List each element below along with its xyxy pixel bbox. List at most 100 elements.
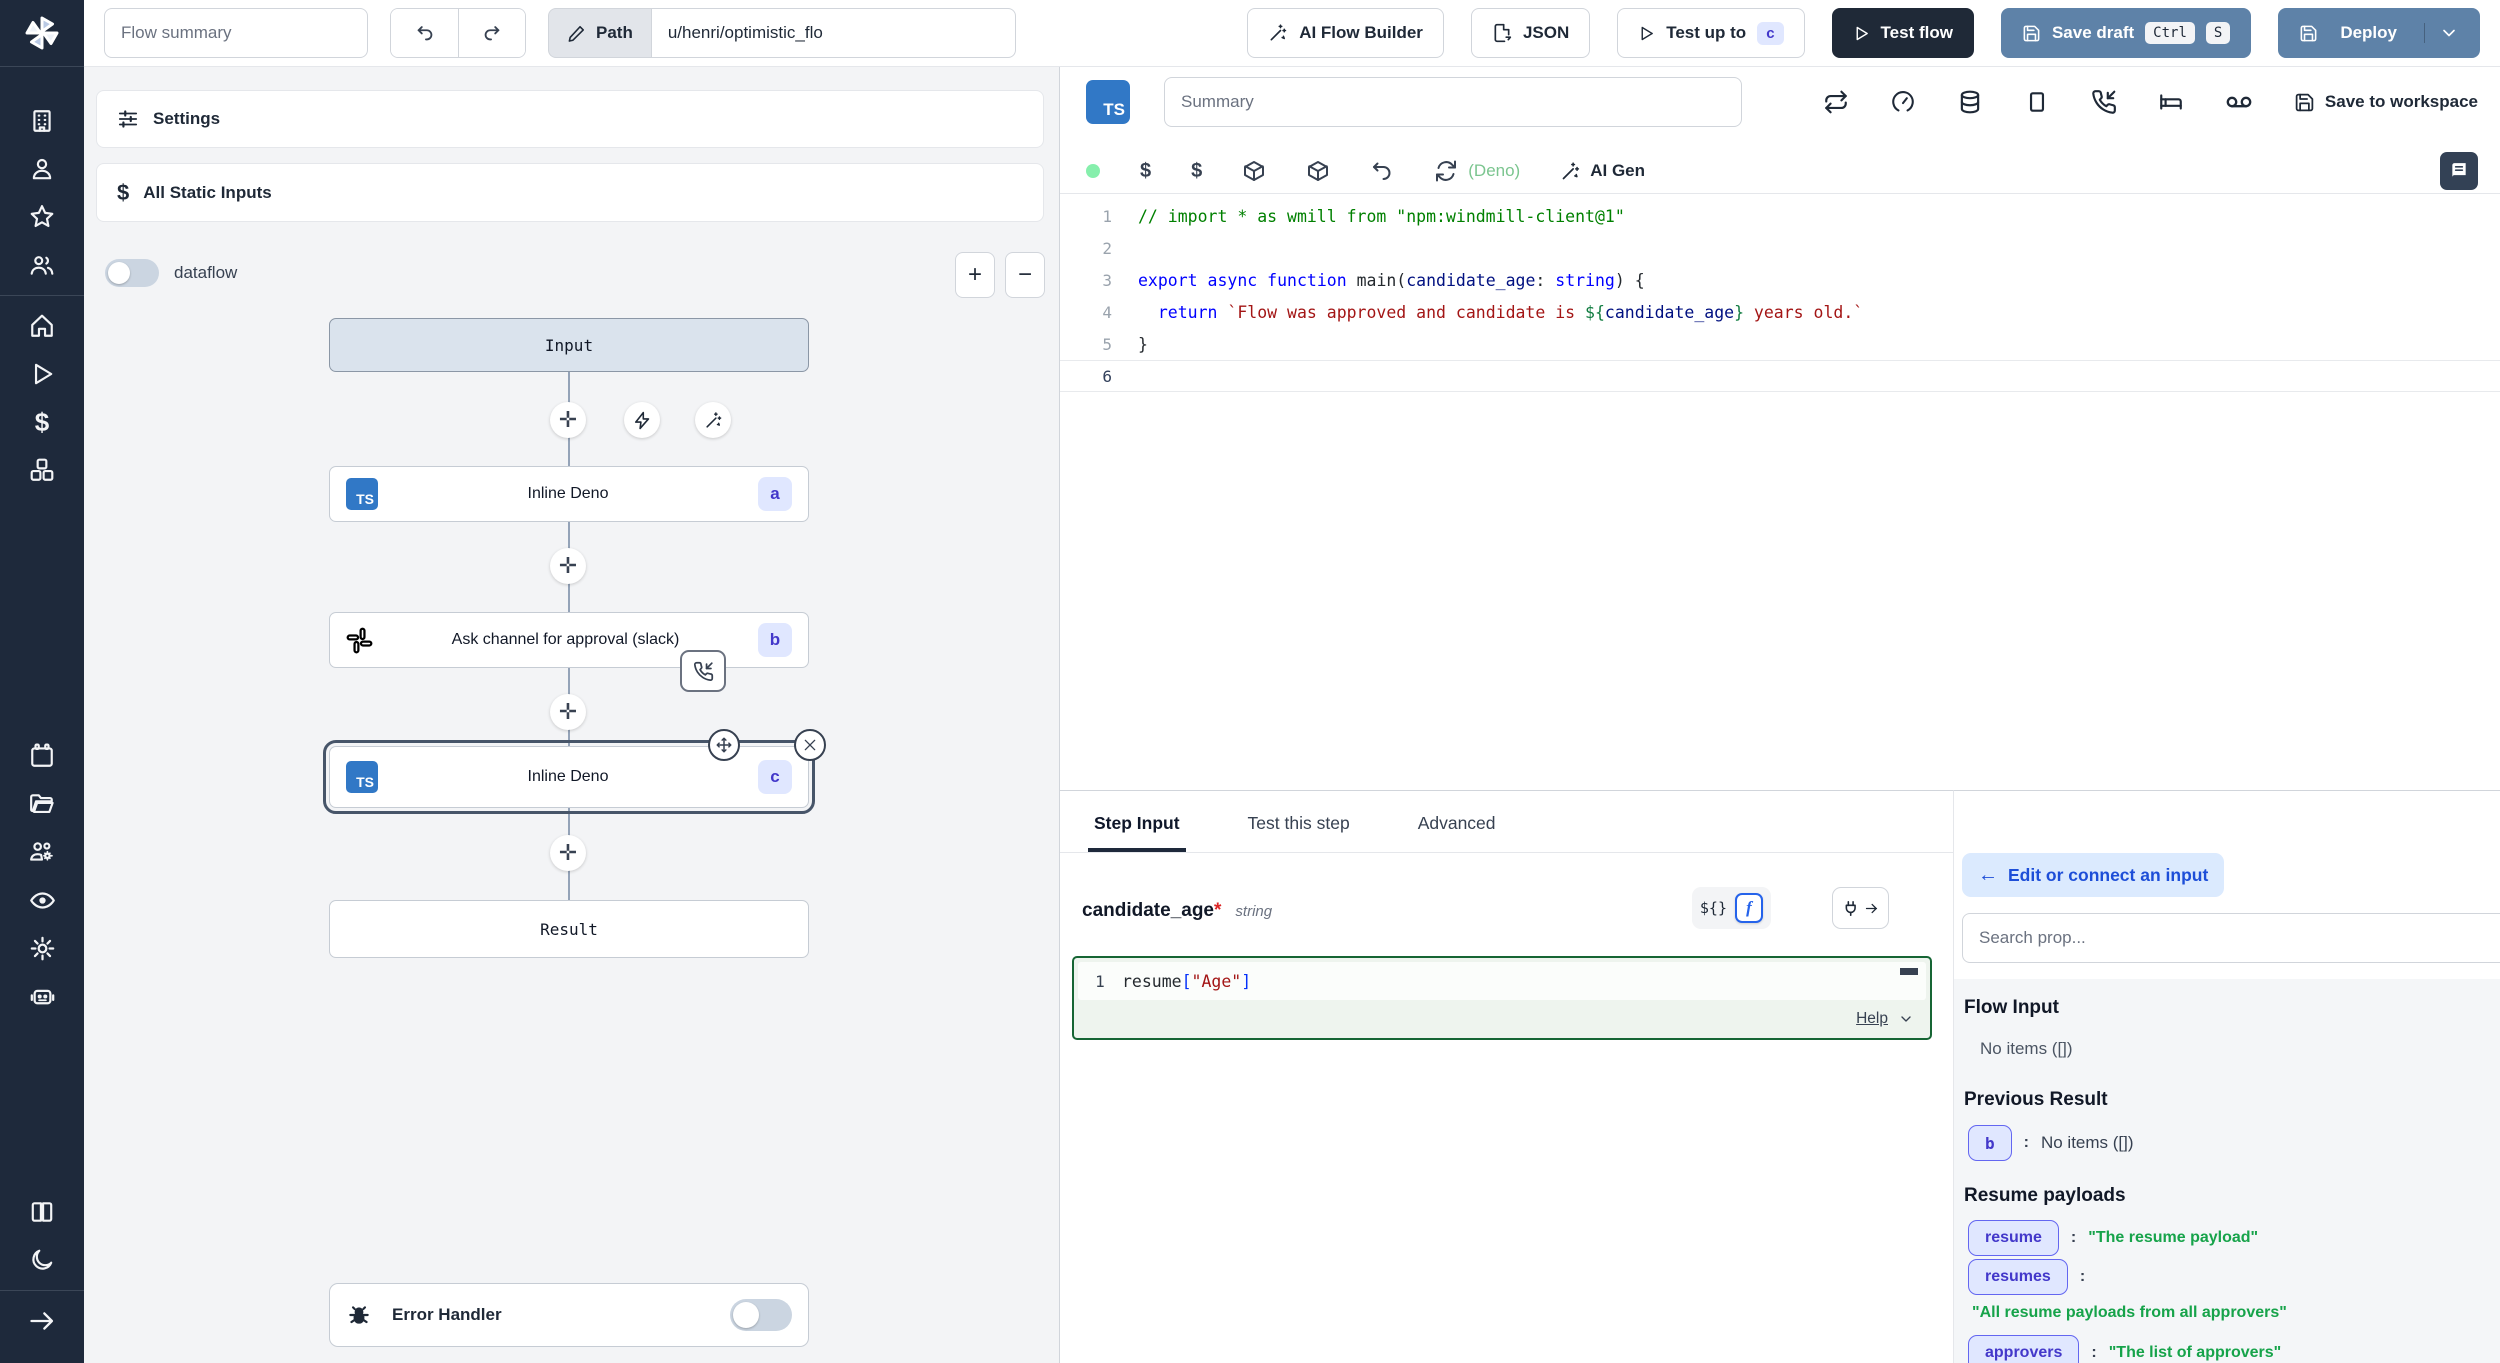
flow-node-input[interactable]: Input — [329, 318, 809, 372]
dataflow-toggle[interactable] — [105, 259, 159, 287]
prop-search-input[interactable] — [1962, 913, 2500, 963]
reset-icon[interactable] — [1370, 159, 1394, 183]
sidebar-item-favorites[interactable] — [0, 193, 84, 241]
sidebar-item-ai[interactable] — [0, 972, 84, 1020]
delete-node-button[interactable] — [794, 729, 826, 761]
cache-database-icon[interactable] — [1957, 89, 1983, 115]
library-docs-button[interactable] — [2440, 152, 2478, 190]
save-draft-button[interactable]: Save draft Ctrl S — [2001, 8, 2251, 58]
sleep-bed-icon[interactable] — [2158, 89, 2184, 115]
resource-picker-icon[interactable]: $ — [1191, 160, 1202, 183]
zoom-out-button[interactable]: − — [1005, 252, 1045, 298]
sidebar-item-folders[interactable] — [0, 780, 84, 828]
code-line[interactable]: 3export async function main(candidate_ag… — [1060, 264, 2500, 296]
approvers-prop-pill[interactable]: approvers — [1968, 1335, 2079, 1363]
previous-result-badge[interactable]: b — [1968, 1125, 2012, 1161]
flow-settings-label: Settings — [153, 109, 220, 129]
test-up-to-button[interactable]: Test up to c — [1617, 8, 1804, 58]
chevron-down-icon[interactable] — [1898, 1011, 1914, 1027]
flow-node-b[interactable]: Ask channel for approval (slack) b — [329, 612, 809, 668]
add-step-button-4[interactable]: ✛ — [550, 835, 586, 871]
resume-prop-pill[interactable]: resume — [1968, 1220, 2059, 1256]
json-button[interactable]: JSON — [1471, 8, 1590, 58]
edit-or-connect-button[interactable]: ← Edit or connect an input — [1962, 853, 2224, 897]
ai-add-step-button[interactable] — [695, 402, 731, 438]
suspend-phone-icon[interactable] — [2091, 89, 2117, 115]
zoom-in-button[interactable]: + — [955, 252, 995, 298]
redo-button[interactable] — [458, 9, 525, 57]
package-icon[interactable] — [1242, 159, 1266, 183]
status-dot — [1086, 164, 1100, 178]
reload-runtime-icon[interactable] — [1434, 159, 1458, 183]
sidebar-item-user[interactable] — [0, 145, 84, 193]
code-line[interactable]: 1// import * as wmill from "npm:windmill… — [1060, 200, 2500, 232]
all-static-inputs-row[interactable]: $ All Static Inputs — [96, 163, 1044, 222]
resumes-prop-pill[interactable]: resumes — [1968, 1259, 2068, 1295]
resumes-row: resumes : — [1968, 1259, 2085, 1295]
sidebar-item-dark-mode[interactable] — [0, 1236, 84, 1284]
sidebar-item-workspace[interactable] — [0, 97, 84, 145]
test-flow-button[interactable]: Test flow — [1832, 8, 1974, 58]
tab-advanced[interactable]: Advanced — [1412, 813, 1502, 852]
path-input[interactable] — [651, 8, 1016, 58]
code-line[interactable]: 2 — [1060, 232, 2500, 264]
deploy-button[interactable]: Deploy — [2278, 8, 2480, 58]
field-name: candidate_age — [1082, 900, 1214, 922]
add-step-button-1[interactable]: ✛ — [550, 402, 586, 438]
early-stop-icon[interactable] — [2024, 89, 2050, 115]
dollar-icon: $ — [117, 180, 129, 206]
expression-line-number: 1 — [1078, 972, 1122, 991]
save-to-workspace-button[interactable]: Save to workspace — [2294, 92, 2478, 113]
sidebar-item-groups[interactable] — [0, 241, 84, 289]
sidebar-item-settings[interactable] — [0, 924, 84, 972]
step-summary-input[interactable] — [1164, 77, 1742, 127]
code-editor[interactable]: 1// import * as wmill from "npm:windmill… — [1060, 194, 2500, 790]
previous-result-empty: No items ([]) — [2041, 1133, 2134, 1153]
sidebar-item-docs[interactable] — [0, 1188, 84, 1236]
sidebar-item-home[interactable] — [0, 302, 84, 350]
flow-node-c-selected[interactable]: TS Inline Deno c — [329, 746, 809, 808]
add-step-button-2[interactable]: ✛ — [550, 548, 586, 584]
code-line[interactable]: 4 return `Flow was approved and candidat… — [1060, 296, 2500, 328]
flow-node-a[interactable]: TS Inline Deno a — [329, 466, 809, 522]
undo-button[interactable] — [391, 9, 458, 57]
add-step-button-3[interactable]: ✛ — [550, 694, 586, 730]
path-chip[interactable]: Path — [548, 8, 651, 58]
node-b-label: Ask channel for approval (slack) — [373, 631, 758, 649]
error-handler-node[interactable]: Error Handler — [329, 1283, 809, 1347]
connect-input-button[interactable] — [1832, 887, 1889, 929]
sidebar-item-runs[interactable] — [0, 350, 84, 398]
expression-mode-button[interactable]: f — [1735, 893, 1763, 923]
template-mode-button[interactable]: ${} — [1700, 899, 1727, 917]
timeout-gauge-icon[interactable] — [1890, 89, 1916, 115]
flow-settings-row[interactable]: Settings — [96, 90, 1044, 148]
move-node-button[interactable] — [708, 729, 740, 761]
sidebar-item-audit-logs[interactable] — [0, 876, 84, 924]
expression-line[interactable]: 1 resume["Age"] — [1078, 962, 1926, 1000]
package-icon[interactable] — [1306, 159, 1330, 183]
retry-icon[interactable] — [1823, 89, 1849, 115]
code-line[interactable]: 6 — [1060, 360, 2500, 392]
sidebar-item-variables[interactable]: $ — [0, 398, 84, 446]
ai-flow-builder-button[interactable]: AI Flow Builder — [1247, 8, 1444, 58]
dataflow-label: dataflow — [174, 263, 237, 283]
variable-picker-icon[interactable]: $ — [1140, 160, 1151, 183]
sidebar-item-resources[interactable] — [0, 446, 84, 494]
expression-editor[interactable]: 1 resume["Age"] Help — [1072, 956, 1932, 1040]
help-link[interactable]: Help — [1856, 1010, 1888, 1028]
code-line[interactable]: 5} — [1060, 328, 2500, 360]
deploy-more-button[interactable] — [2424, 23, 2459, 43]
sidebar-item-schedules[interactable] — [0, 732, 84, 780]
sidebar-item-workers[interactable] — [0, 828, 84, 876]
tab-step-input[interactable]: Step Input — [1088, 813, 1186, 852]
tab-test-this-step[interactable]: Test this step — [1242, 813, 1356, 852]
book-icon — [2449, 161, 2469, 181]
error-handler-toggle[interactable] — [730, 1299, 792, 1331]
flow-node-result[interactable]: Result — [329, 900, 809, 958]
windmill-logo[interactable] — [0, 0, 84, 67]
sidebar-expand-button[interactable] — [0, 1297, 84, 1345]
flow-summary-input[interactable] — [104, 8, 368, 58]
add-trigger-button[interactable] — [624, 402, 660, 438]
mock-voicemail-icon[interactable] — [2225, 88, 2253, 116]
ai-gen-button[interactable]: AI Gen — [1560, 161, 1645, 182]
